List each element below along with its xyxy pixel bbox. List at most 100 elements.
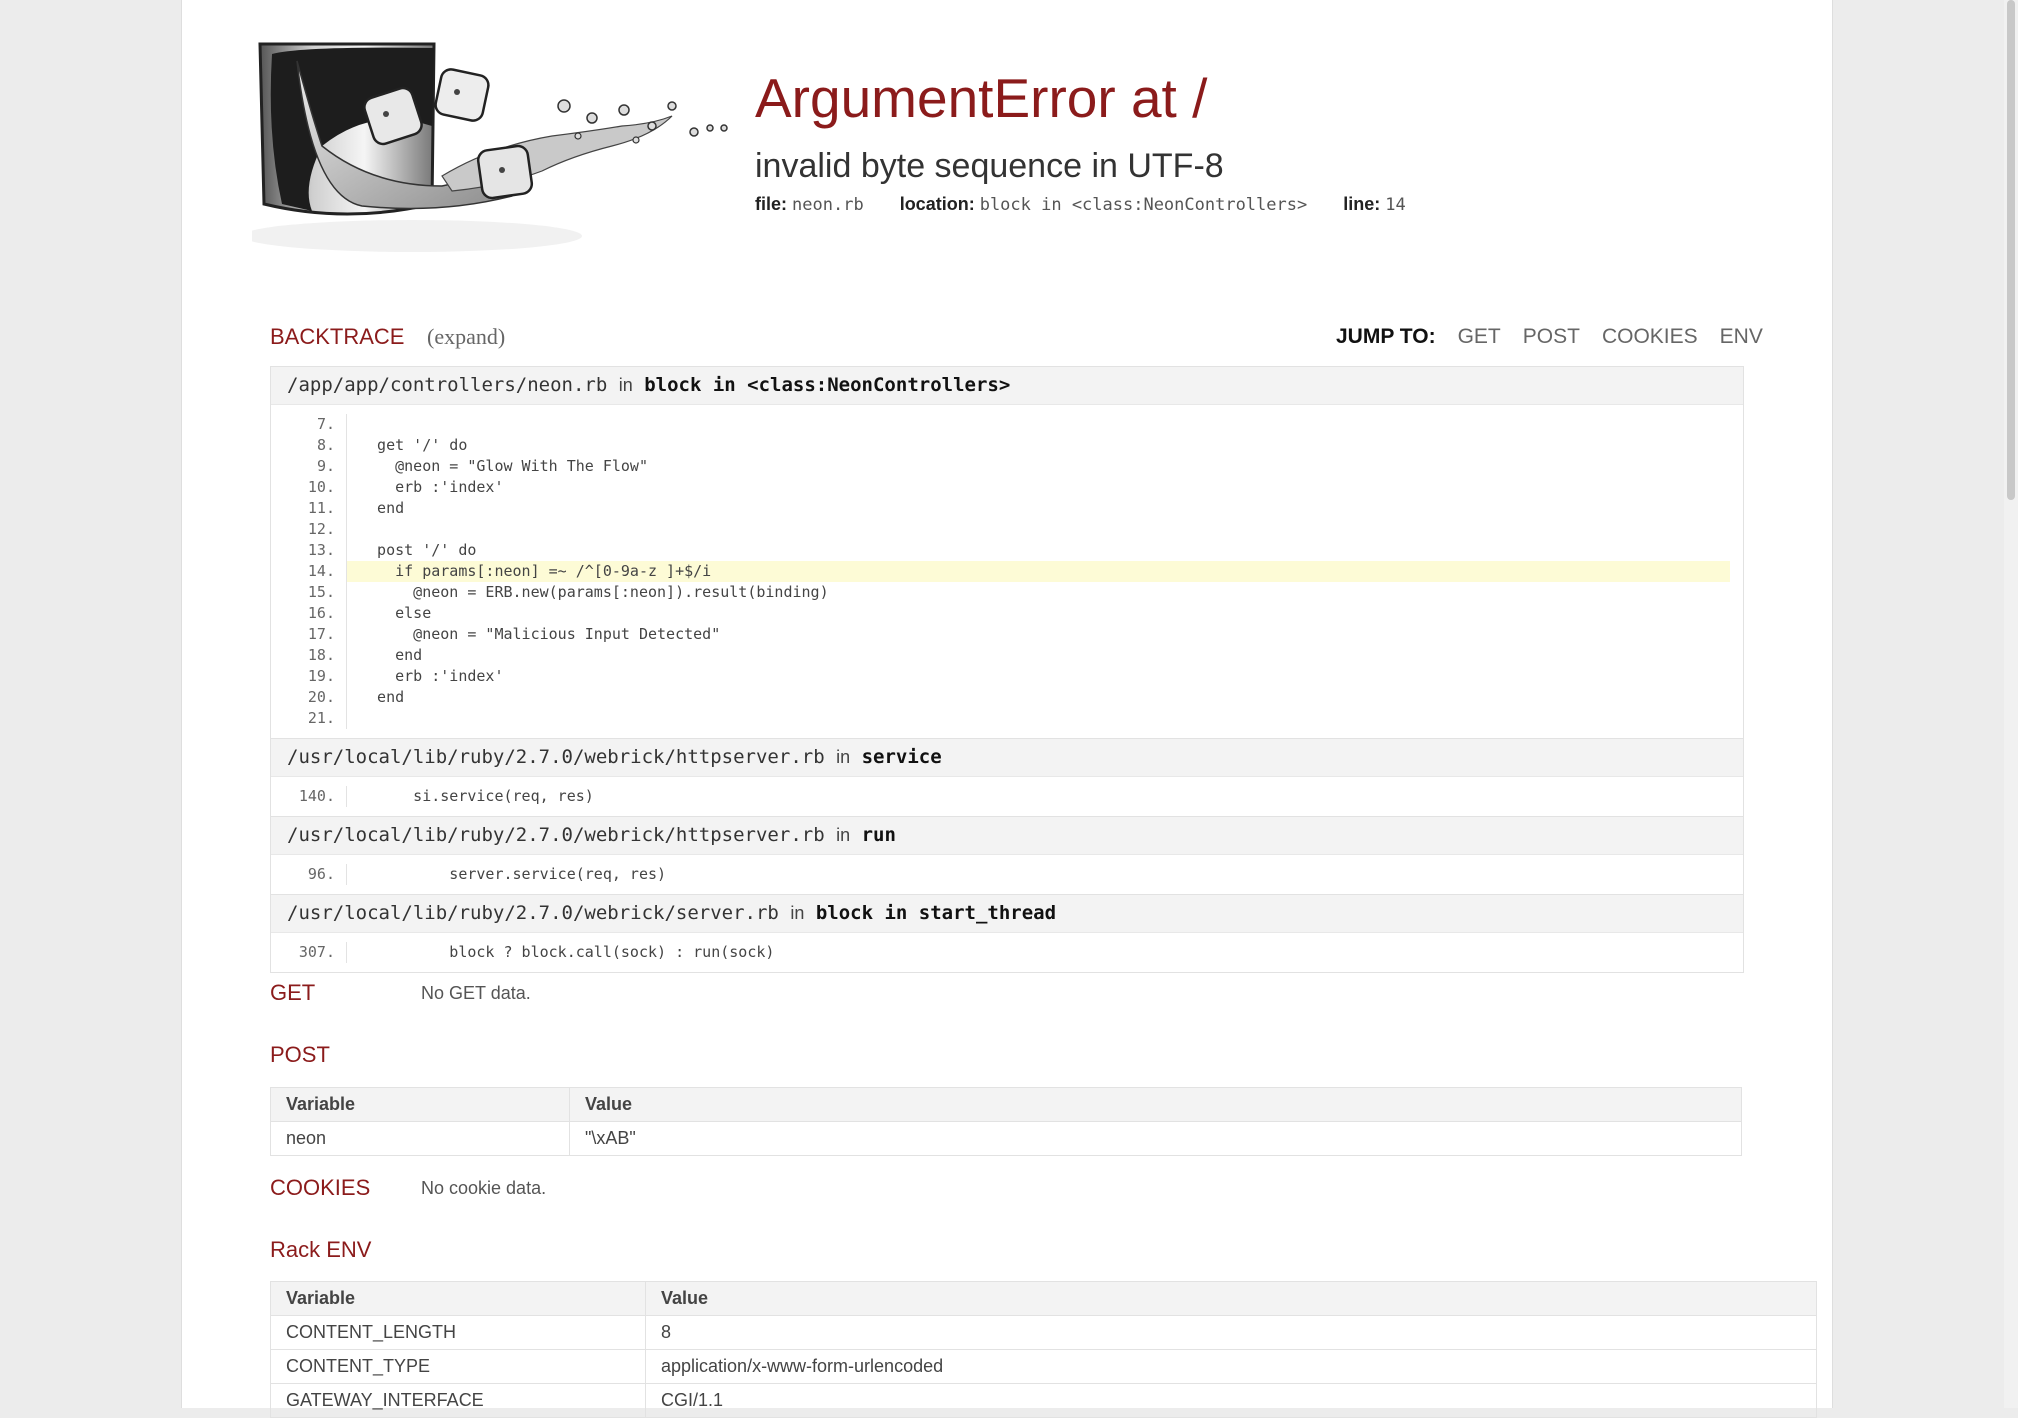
line-source: @neon = "Malicious Input Detected" [359, 625, 721, 643]
error-message: invalid byte sequence in UTF-8 [755, 147, 1224, 185]
jump-link-get[interactable]: GET [1458, 322, 1501, 352]
table-header-row: Variable Value [270, 1281, 1817, 1316]
frame-in-word: in [618, 375, 633, 395]
code-line: 9. @neon = "Glow With The Flow" [271, 456, 1730, 477]
location-info: location: block in <class:NeonController… [900, 194, 1308, 215]
line-source: @neon = "Glow With The Flow" [359, 457, 648, 475]
line-source: erb :'index' [359, 478, 504, 496]
frame-function: run [861, 824, 896, 846]
line-number: 21. [271, 708, 347, 729]
post-variables-table: Variable Value neon "\xAB" [270, 1087, 1742, 1156]
line-source: if params[:neon] =~ /^[0-9a-z ]+$/i [347, 561, 1730, 582]
frame-code: 307. block ? block.call(sock) : run(sock… [271, 932, 1743, 972]
line-source: si.service(req, res) [359, 787, 594, 805]
post-section-title: POST [270, 1042, 330, 1067]
frame-header[interactable]: /app/app/controllers/neon.rb in block in… [271, 367, 1743, 404]
get-section-title: GET [270, 980, 316, 1005]
line-source: get '/' do [359, 436, 468, 454]
code-line: 18. end [271, 645, 1730, 666]
frame-function: block in <class:NeonControllers> [644, 374, 1011, 396]
line-source: block ? block.call(sock) : run(sock) [359, 943, 775, 961]
frame-function: service [861, 746, 942, 768]
highlighted-error-line: 14. if params[:neon] =~ /^[0-9a-z ]+$/i [271, 561, 1730, 582]
line-number: 13. [271, 540, 347, 561]
line-source: server.service(req, res) [359, 865, 667, 883]
backtrace-frames: /app/app/controllers/neon.rb in block in… [270, 366, 1744, 973]
env-section-title: Rack ENV [270, 1237, 372, 1262]
column-header-variable: Variable [270, 1281, 646, 1316]
line-number: 19. [271, 666, 347, 687]
line-source [347, 708, 1730, 729]
code-line: 19. erb :'index' [271, 666, 1730, 687]
jump-link-post[interactable]: POST [1523, 322, 1580, 352]
code-line: 20. end [271, 687, 1730, 708]
line-source: end [359, 646, 423, 664]
table-row: neon "\xAB" [270, 1121, 1742, 1156]
line-number: 20. [271, 687, 347, 708]
backtrace-title: BACKTRACE [270, 324, 405, 349]
line-number: 8. [271, 435, 347, 456]
line-number: 96. [271, 864, 347, 885]
error-title: ArgumentError at / [755, 67, 1208, 129]
line-source: end [359, 688, 405, 706]
frame-header[interactable]: /usr/local/lib/ruby/2.7.0/webrick/httpse… [271, 816, 1743, 854]
frame-path: /usr/local/lib/ruby/2.7.0/webrick/httpse… [287, 824, 825, 846]
frame-header[interactable]: /usr/local/lib/ruby/2.7.0/webrick/server… [271, 894, 1743, 932]
value-cell: "\xAB" [569, 1121, 1742, 1156]
expand-backtrace-link[interactable]: (expand) [427, 322, 505, 352]
variable-cell: CONTENT_TYPE [270, 1349, 646, 1384]
vertical-scrollbar[interactable] [2004, 0, 2018, 1408]
code-line: 11. end [271, 498, 1730, 519]
code-line: 13. post '/' do [271, 540, 1730, 561]
column-header-value: Value [645, 1281, 1817, 1316]
file-value: neon.rb [792, 195, 864, 215]
value-cell: application/x-www-form-urlencoded [645, 1349, 1817, 1384]
line-source: end [359, 499, 405, 517]
code-line: 96. server.service(req, res) [271, 864, 1730, 885]
line-value: 14 [1385, 195, 1406, 215]
cookies-empty-message: No cookie data. [421, 1178, 547, 1198]
line-info: line: 14 [1343, 194, 1406, 215]
line-number: 16. [271, 603, 347, 624]
line-number: 18. [271, 645, 347, 666]
code-line: 12. [271, 519, 1730, 540]
line-number: 11. [271, 498, 347, 519]
variable-cell: CONTENT_LENGTH [270, 1315, 646, 1350]
line-source: else [359, 604, 432, 622]
table-row: CONTENT_TYPE application/x-www-form-urle… [270, 1349, 1817, 1384]
value-cell: CGI/1.1 [645, 1383, 1817, 1418]
variable-cell: neon [270, 1121, 570, 1156]
jump-link-cookies[interactable]: COOKIES [1602, 322, 1698, 352]
table-row: CONTENT_LENGTH 8 [270, 1315, 1817, 1350]
line-source: @neon = ERB.new(params[:neon]).result(bi… [359, 583, 829, 601]
code-line: 140. si.service(req, res) [271, 786, 1730, 807]
line-number: 14. [271, 561, 347, 582]
line-number: 10. [271, 477, 347, 498]
frame-in-word: in [836, 747, 851, 767]
frame-header[interactable]: /usr/local/lib/ruby/2.7.0/webrick/httpse… [271, 738, 1743, 776]
line-source [347, 519, 1730, 540]
code-line: 21. [271, 708, 1730, 729]
line-source: erb :'index' [359, 667, 504, 685]
line-label: line: [1343, 194, 1381, 214]
line-number: 140. [271, 786, 347, 807]
jump-link-env[interactable]: ENV [1720, 322, 1763, 352]
jump-to-nav: JUMP TO: GET POST COOKIES ENV [1336, 322, 1763, 352]
column-header-value: Value [569, 1087, 1742, 1122]
env-variables-table: Variable Value CONTENT_LENGTH 8 CONTENT_… [270, 1281, 1817, 1418]
line-number: 15. [271, 582, 347, 603]
code-line: 7. [271, 414, 1730, 435]
code-line: 17. @neon = "Malicious Input Detected" [271, 624, 1730, 645]
frame-in-word: in [836, 825, 851, 845]
line-number: 17. [271, 624, 347, 645]
frame-code: 7. 8. get '/' do 9. @neon = "Glow With T… [271, 404, 1743, 738]
frame-code: 140. si.service(req, res) [271, 776, 1743, 816]
code-line: 307. block ? block.call(sock) : run(sock… [271, 942, 1730, 963]
frame-function: block in start_thread [815, 902, 1057, 924]
error-location-info: file: neon.rb location: block in <class:… [755, 194, 1406, 215]
line-number: 9. [271, 456, 347, 477]
code-line: 16. else [271, 603, 1730, 624]
frame-in-word: in [790, 903, 805, 923]
scrollbar-thumb[interactable] [2007, 0, 2015, 500]
frame-path: /usr/local/lib/ruby/2.7.0/webrick/httpse… [287, 746, 825, 768]
